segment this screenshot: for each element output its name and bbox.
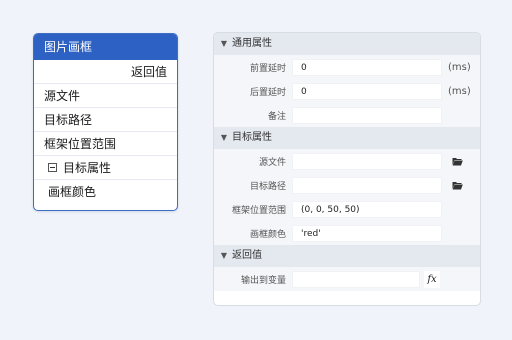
node-port-label: 源文件 xyxy=(44,88,81,103)
section-target-header[interactable]: ▼ 目标属性 xyxy=(214,127,480,149)
chevron-down-icon[interactable]: ▼ xyxy=(218,245,230,267)
prop-row-output-var: 输出到变量 fx xyxy=(214,267,480,291)
prop-row-post-delay: 后置延时 0 (ms) xyxy=(214,79,480,103)
prop-label: 输出到变量 xyxy=(240,275,286,286)
prop-label: 画框颜色 xyxy=(249,229,286,240)
folder-open-icon[interactable] xyxy=(452,181,463,190)
section-return-header[interactable]: ▼ 返回值 xyxy=(214,245,480,267)
prop-label: 源文件 xyxy=(258,157,286,168)
node-port-frame-range[interactable]: 框架位置范围 xyxy=(34,132,177,156)
node-port-label: 画框颜色 xyxy=(48,185,97,199)
section-title: 目标属性 xyxy=(232,132,272,143)
prop-row-pre-delay: 前置延时 0 (ms) xyxy=(214,55,480,79)
target-path-input[interactable] xyxy=(292,176,442,194)
section-title: 返回值 xyxy=(232,250,262,261)
prop-label: 后置延时 xyxy=(249,87,286,98)
unit-label: (ms) xyxy=(448,61,471,73)
prop-row-source-file: 源文件 xyxy=(214,149,480,173)
node-card[interactable]: 图片画框 返回值 源文件 目标路径 框架位置范围 目标属性 画框颜色 xyxy=(33,33,178,211)
chevron-down-icon[interactable]: ▼ xyxy=(218,127,230,149)
prop-label: 前置延时 xyxy=(249,63,286,74)
pre-delay-input[interactable]: 0 xyxy=(292,58,442,76)
section-title: 通用属性 xyxy=(232,38,272,49)
prop-label: 框架位置范围 xyxy=(231,205,286,216)
prop-row-remark: 备注 xyxy=(214,103,480,127)
node-port-frame-color[interactable]: 画框颜色 xyxy=(34,180,177,204)
folder-open-icon[interactable] xyxy=(452,157,463,166)
frame-range-input[interactable]: (0, 0, 50, 50) xyxy=(292,200,442,218)
node-port-source[interactable]: 源文件 xyxy=(34,84,177,108)
prop-label: 目标路径 xyxy=(249,181,286,192)
prop-row-frame-color: 画框颜色 'red' xyxy=(214,221,480,245)
property-panel: ▼ 通用属性 前置延时 0 (ms) 后置延时 0 (ms) 备注 ▼ 目标属性… xyxy=(213,32,481,306)
frame-color-input[interactable]: 'red' xyxy=(292,224,442,242)
post-delay-input[interactable]: 0 xyxy=(292,82,442,100)
output-variable-input[interactable] xyxy=(292,270,420,288)
remark-input[interactable] xyxy=(292,106,442,124)
prop-label: 备注 xyxy=(267,111,286,122)
source-file-input[interactable] xyxy=(292,152,442,170)
chevron-down-icon[interactable]: ▼ xyxy=(218,33,230,55)
node-return-port[interactable]: 返回值 xyxy=(34,60,177,84)
node-port-label: 目标路径 xyxy=(44,112,93,127)
node-port-target-path[interactable]: 目标路径 xyxy=(34,108,177,132)
node-group-target-props[interactable]: 目标属性 xyxy=(34,156,177,180)
node-title: 图片画框 xyxy=(34,34,177,60)
node-group-label: 目标属性 xyxy=(63,160,112,175)
node-port-label: 框架位置范围 xyxy=(44,136,117,151)
collapse-minus-icon[interactable] xyxy=(48,163,57,172)
unit-label: (ms) xyxy=(448,85,471,97)
prop-row-target-path: 目标路径 xyxy=(214,173,480,197)
section-general-header[interactable]: ▼ 通用属性 xyxy=(214,33,480,55)
fx-icon[interactable]: fx xyxy=(424,270,440,288)
prop-row-frame-range: 框架位置范围 (0, 0, 50, 50) xyxy=(214,197,480,221)
node-return-label: 返回值 xyxy=(130,64,167,79)
